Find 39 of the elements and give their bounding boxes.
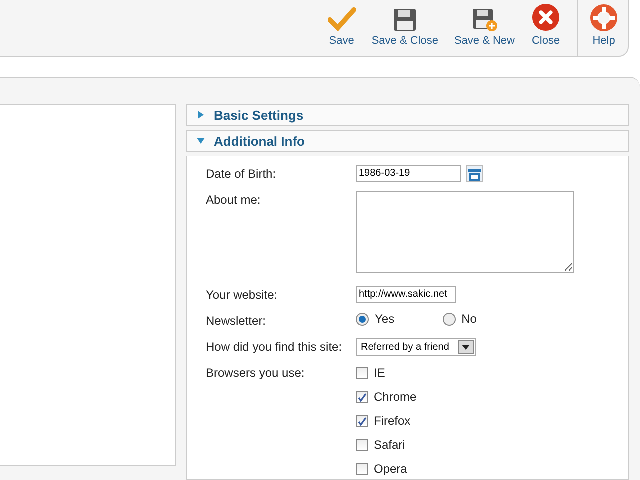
toolbar-button[interactable]: Save [320, 0, 364, 56]
checkbox[interactable] [356, 463, 368, 475]
triangle-right-icon [197, 111, 205, 119]
field-label: How did you find this site: [206, 339, 344, 356]
field-label: Date of Birth: [206, 166, 278, 183]
checkbox[interactable] [356, 391, 368, 403]
toolbar-button[interactable]: Help [577, 0, 628, 56]
calendar-icon[interactable] [466, 165, 483, 182]
radio-option[interactable]: No [442, 312, 477, 326]
checkbox-option[interactable]: Safari [356, 438, 628, 452]
close-icon [531, 3, 561, 32]
checkmark-icon [328, 6, 356, 32]
checkbox-option[interactable]: Chrome [356, 390, 628, 404]
radio-option[interactable]: Yes [356, 312, 395, 326]
radio-button[interactable] [356, 312, 369, 326]
toolbar-button[interactable]: Close [523, 0, 569, 56]
triangle-down-icon [197, 137, 205, 145]
checkbox-option[interactable]: IE [356, 366, 628, 380]
checkbox[interactable] [356, 439, 368, 451]
toolbar-button[interactable]: Save & New [446, 0, 523, 56]
field-label: Browsers you use: [206, 365, 306, 382]
field-label: Newsletter: [206, 313, 268, 330]
floppy-disk-plus-icon [472, 8, 498, 32]
source-dropdown[interactable]: Referred by a friend [356, 338, 476, 356]
lifebuoy-icon [590, 4, 618, 32]
website-field[interactable]: http://www.sakic.net [356, 286, 456, 303]
checkbox[interactable] [356, 415, 368, 427]
toolbar-button[interactable]: Save & Close [364, 0, 446, 56]
caret-icon [458, 340, 474, 354]
checkbox-option[interactable]: Opera [356, 462, 628, 476]
about-me-field[interactable] [356, 191, 574, 273]
field-label: Your website: [206, 287, 279, 304]
section-header[interactable]: Additional Info [186, 130, 629, 152]
section-header[interactable]: Basic Settings [186, 104, 629, 126]
date-field[interactable]: 1986-03-19 [356, 165, 461, 182]
checkbox[interactable] [356, 367, 368, 379]
field-label: About me: [206, 192, 262, 209]
checkbox-option[interactable]: Firefox [356, 414, 628, 428]
radio-button[interactable] [442, 312, 456, 326]
